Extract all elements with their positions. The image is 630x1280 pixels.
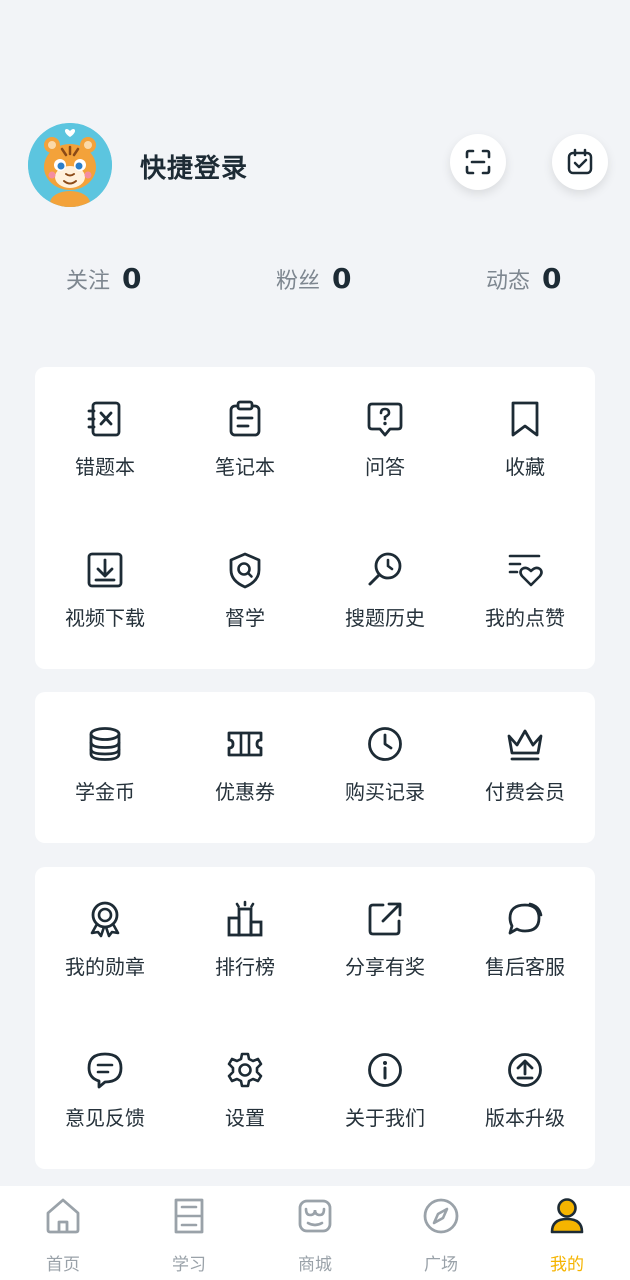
- profile-header: 快捷登录 关注 0 粉丝 0 动态 0: [0, 0, 630, 350]
- menu-item-label: 售后客服: [485, 955, 565, 979]
- clock-icon: [365, 724, 405, 764]
- upgrade-icon: [505, 1050, 545, 1090]
- menu-item-search-history[interactable]: 搜题历史: [315, 518, 455, 669]
- menu-item-label: 学金币: [75, 780, 135, 804]
- tab-label: 广场: [424, 1255, 458, 1275]
- menu-item-coins[interactable]: 学金币: [35, 692, 175, 843]
- search-history-icon: [365, 550, 405, 590]
- gear-icon: [225, 1050, 265, 1090]
- scan-icon: [465, 149, 491, 175]
- menu-item-notebook[interactable]: 笔记本: [175, 367, 315, 518]
- menu-item-supervise[interactable]: 督学: [175, 518, 315, 669]
- menu-item-label: 收藏: [505, 455, 545, 479]
- menu-item-version-upgrade[interactable]: 版本升级: [455, 1018, 595, 1169]
- scan-button[interactable]: [450, 134, 506, 190]
- question-icon: [365, 399, 405, 439]
- study-icon: [169, 1196, 209, 1236]
- stat-follow[interactable]: 关注 0: [66, 262, 142, 295]
- study-tools-card: 错题本 笔记本 问答 收藏 视频下载 督学 搜题历史 我的点赞: [35, 367, 595, 669]
- tab-study[interactable]: 学习: [126, 1186, 252, 1280]
- menu-item-label: 我的勋章: [65, 955, 145, 979]
- menu-item-vip[interactable]: 付费会员: [455, 692, 595, 843]
- tab-label: 首页: [46, 1255, 80, 1275]
- menu-item-label: 搜题历史: [345, 606, 425, 630]
- menu-item-about-us[interactable]: 关于我们: [315, 1018, 455, 1169]
- tab-label: 商城: [298, 1255, 332, 1275]
- menu-item-coupon[interactable]: 优惠券: [175, 692, 315, 843]
- menu-item-label: 督学: [225, 606, 265, 630]
- menu-item-favorites[interactable]: 收藏: [455, 367, 595, 518]
- ranking-icon: [225, 899, 265, 939]
- calendar-button[interactable]: [552, 134, 608, 190]
- menu-item-qa[interactable]: 问答: [315, 367, 455, 518]
- menu-item-label: 关于我们: [345, 1106, 425, 1130]
- stat-value: 0: [542, 262, 562, 295]
- crown-icon: [505, 724, 545, 764]
- home-icon: [43, 1196, 83, 1236]
- menu-item-feedback[interactable]: 意见反馈: [35, 1018, 175, 1169]
- menu-item-customer-service[interactable]: 售后客服: [455, 867, 595, 1018]
- chat-icon: [505, 899, 545, 939]
- feedback-icon: [85, 1050, 125, 1090]
- tab-square[interactable]: 广场: [378, 1186, 504, 1280]
- menu-item-share-reward[interactable]: 分享有奖: [315, 867, 455, 1018]
- tiger-avatar-icon: [28, 123, 112, 207]
- medal-icon: [85, 899, 125, 939]
- shield-search-icon: [225, 550, 265, 590]
- tab-home[interactable]: 首页: [0, 1186, 126, 1280]
- menu-item-label: 我的点赞: [485, 606, 565, 630]
- avatar[interactable]: [28, 123, 112, 207]
- share-icon: [365, 899, 405, 939]
- coupon-icon: [225, 724, 265, 764]
- stat-label: 粉丝: [276, 269, 321, 294]
- like-icon: [505, 550, 545, 590]
- stat-fans[interactable]: 粉丝 0: [276, 262, 352, 295]
- menu-item-ranking[interactable]: 排行榜: [175, 867, 315, 1018]
- tab-store[interactable]: 商城: [252, 1186, 378, 1280]
- menu-item-label: 问答: [365, 455, 405, 479]
- menu-item-label: 版本升级: [485, 1106, 565, 1130]
- menu-item-label: 视频下载: [65, 606, 145, 630]
- menu-item-label: 意见反馈: [65, 1106, 145, 1130]
- calendar-check-icon: [567, 148, 593, 175]
- menu-item-label: 排行榜: [215, 955, 275, 979]
- bookmark-icon: [505, 399, 545, 439]
- tab-mine[interactable]: 我的: [504, 1186, 630, 1280]
- menu-item-label: 错题本: [75, 455, 135, 479]
- bottom-tab-bar: 首页 学习 商城 广场 我的: [0, 1186, 630, 1280]
- menu-item-label: 分享有奖: [345, 955, 425, 979]
- menu-item-label: 优惠券: [215, 780, 275, 804]
- download-icon: [85, 550, 125, 590]
- coins-icon: [85, 724, 125, 764]
- service-card: 我的勋章 排行榜 分享有奖 售后客服 意见反馈 设置 关于我们 版本升级: [35, 867, 595, 1169]
- tab-label: 学习: [172, 1255, 206, 1275]
- stat-value: 0: [332, 262, 352, 295]
- stat-label: 关注: [66, 269, 111, 294]
- menu-item-label: 设置: [225, 1106, 265, 1130]
- user-icon: [547, 1196, 587, 1236]
- menu-item-label: 付费会员: [485, 780, 565, 804]
- menu-item-purchase-records[interactable]: 购买记录: [315, 692, 455, 843]
- stat-value: 0: [122, 262, 142, 295]
- wrong-notebook-icon: [85, 399, 125, 439]
- tab-label: 我的: [550, 1255, 584, 1275]
- stat-label: 动态: [486, 269, 531, 294]
- compass-icon: [421, 1196, 461, 1236]
- menu-item-medals[interactable]: 我的勋章: [35, 867, 175, 1018]
- menu-item-my-likes[interactable]: 我的点赞: [455, 518, 595, 669]
- store-icon: [295, 1196, 335, 1236]
- menu-item-label: 购买记录: [345, 780, 425, 804]
- quick-login-label[interactable]: 快捷登录: [140, 148, 248, 185]
- notebook-icon: [225, 399, 265, 439]
- stat-feed[interactable]: 动态 0: [486, 262, 562, 295]
- wallet-card: 学金币 优惠券 购买记录 付费会员: [35, 692, 595, 843]
- menu-item-label: 笔记本: [215, 455, 275, 479]
- menu-item-settings[interactable]: 设置: [175, 1018, 315, 1169]
- menu-item-video-download[interactable]: 视频下载: [35, 518, 175, 669]
- menu-item-wrong-notebook[interactable]: 错题本: [35, 367, 175, 518]
- stats-row: 关注 0 粉丝 0 动态 0: [0, 262, 630, 306]
- info-icon: [365, 1050, 405, 1090]
